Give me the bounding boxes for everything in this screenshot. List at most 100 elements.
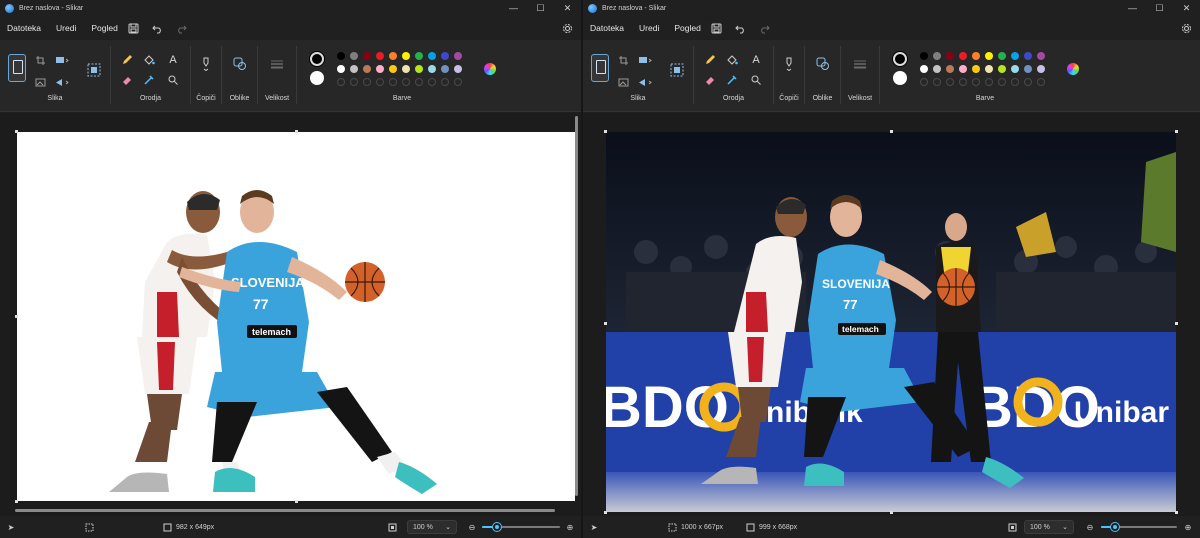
secondary-color[interactable] [310, 71, 324, 85]
color-swatch[interactable] [415, 52, 423, 60]
custom-color-slot[interactable] [1024, 78, 1032, 86]
brush-icon[interactable] [781, 56, 797, 72]
custom-color-slot[interactable] [920, 78, 928, 86]
zoom-slider[interactable] [482, 523, 560, 531]
minimize-button[interactable]: — [500, 0, 527, 16]
resize-handle[interactable] [890, 511, 893, 514]
selection-tool-button[interactable] [8, 54, 26, 82]
crop-icon[interactable] [615, 52, 631, 68]
maximize-button[interactable]: ☐ [1146, 0, 1173, 16]
menu-edit[interactable]: Uredi [639, 23, 659, 33]
menu-view[interactable]: Pogled [674, 23, 700, 33]
color-swatch[interactable] [972, 52, 980, 60]
color-swatch[interactable] [363, 52, 371, 60]
color-picker-icon[interactable] [724, 72, 740, 88]
eraser-icon[interactable] [702, 72, 718, 88]
color-swatch[interactable] [376, 52, 384, 60]
drawing-canvas[interactable]: SLOVENIJA 77 telemach [17, 132, 575, 501]
color-swatch[interactable] [1024, 52, 1032, 60]
color-swatch[interactable] [376, 65, 384, 73]
menu-file[interactable]: Datoteka [590, 23, 624, 33]
color-swatch[interactable] [985, 52, 993, 60]
brush-icon[interactable] [198, 56, 214, 72]
shapes-icon[interactable] [815, 56, 831, 72]
resize-icon[interactable] [637, 52, 653, 68]
image-select-icon[interactable] [86, 62, 102, 78]
color-swatch[interactable] [402, 65, 410, 73]
save-icon[interactable] [126, 20, 142, 36]
custom-color-slot[interactable] [389, 78, 397, 86]
color-swatch[interactable] [933, 65, 941, 73]
color-swatch[interactable] [389, 65, 397, 73]
zoom-slider-thumb[interactable] [493, 523, 501, 531]
color-swatch[interactable] [946, 52, 954, 60]
custom-color-slot[interactable] [402, 78, 410, 86]
color-swatch[interactable] [1011, 52, 1019, 60]
resize-handle[interactable] [604, 130, 607, 133]
redo-icon[interactable] [174, 20, 190, 36]
custom-color-slot[interactable] [376, 78, 384, 86]
magnifier-icon[interactable] [165, 72, 181, 88]
resize-handle[interactable] [604, 511, 607, 514]
zoom-out-icon[interactable]: ⊖ [467, 522, 477, 532]
image-icon[interactable] [615, 74, 631, 90]
custom-color-slot[interactable] [985, 78, 993, 86]
menu-edit[interactable]: Uredi [56, 23, 76, 33]
custom-color-slot[interactable] [350, 78, 358, 86]
resize-handle[interactable] [295, 500, 298, 503]
custom-color-slot[interactable] [454, 78, 462, 86]
redo-icon[interactable] [757, 20, 773, 36]
color-swatch[interactable] [1037, 52, 1045, 60]
custom-color-slot[interactable] [337, 78, 345, 86]
fit-window-icon[interactable] [387, 522, 397, 532]
color-swatch[interactable] [441, 52, 449, 60]
zoom-out[interactable]: ⊖ [1085, 516, 1099, 538]
selection-tool-button[interactable] [591, 54, 609, 82]
resize-handle[interactable] [1175, 322, 1178, 325]
minimize-button[interactable]: — [1119, 0, 1146, 16]
line-width-icon[interactable] [269, 56, 285, 72]
fit-to-window[interactable] [1007, 516, 1021, 538]
fit-window-icon[interactable] [1007, 522, 1017, 532]
crop-icon[interactable] [32, 52, 48, 68]
image-icon[interactable] [32, 74, 48, 90]
zoom-dropdown[interactable]: 100 % ⌄ [407, 520, 457, 534]
color-swatch[interactable] [998, 65, 1006, 73]
custom-color-slot[interactable] [428, 78, 436, 86]
zoom-in-icon[interactable]: ⊕ [1183, 522, 1193, 532]
undo-icon[interactable] [150, 20, 166, 36]
custom-color-slot[interactable] [1011, 78, 1019, 86]
resize-handle[interactable] [1175, 511, 1178, 514]
flip-rotate-icon[interactable] [54, 74, 70, 90]
color-swatch[interactable] [454, 65, 462, 73]
zoom-in[interactable]: ⊕ [565, 516, 579, 538]
color-swatch[interactable] [350, 65, 358, 73]
color-swatch[interactable] [985, 65, 993, 73]
line-width-icon[interactable] [852, 56, 868, 72]
menu-file[interactable]: Datoteka [7, 23, 41, 33]
color-swatch[interactable] [337, 65, 345, 73]
color-swatch[interactable] [337, 52, 345, 60]
custom-color-slot[interactable] [441, 78, 449, 86]
menu-view[interactable]: Pogled [91, 23, 117, 33]
close-button[interactable]: ✕ [554, 0, 581, 16]
custom-color-slot[interactable] [363, 78, 371, 86]
zoom-out[interactable]: ⊖ [467, 516, 481, 538]
zoom-in-icon[interactable]: ⊕ [565, 522, 575, 532]
flip-rotate-icon[interactable] [637, 74, 653, 90]
fill-bucket-icon[interactable] [724, 52, 740, 68]
fill-bucket-icon[interactable] [141, 52, 157, 68]
color-picker-icon[interactable] [141, 72, 157, 88]
custom-color-slot[interactable] [946, 78, 954, 86]
color-swatch[interactable] [363, 65, 371, 73]
color-swatch[interactable] [389, 52, 397, 60]
resize-handle[interactable] [15, 315, 18, 318]
color-swatch[interactable] [959, 65, 967, 73]
image-select-icon[interactable] [669, 62, 685, 78]
resize-handle[interactable] [604, 322, 607, 325]
color-swatch[interactable] [428, 52, 436, 60]
resize-handle[interactable] [15, 500, 18, 503]
resize-icon[interactable] [54, 52, 70, 68]
custom-color-slot[interactable] [415, 78, 423, 86]
edit-colors-icon[interactable] [1067, 63, 1079, 75]
